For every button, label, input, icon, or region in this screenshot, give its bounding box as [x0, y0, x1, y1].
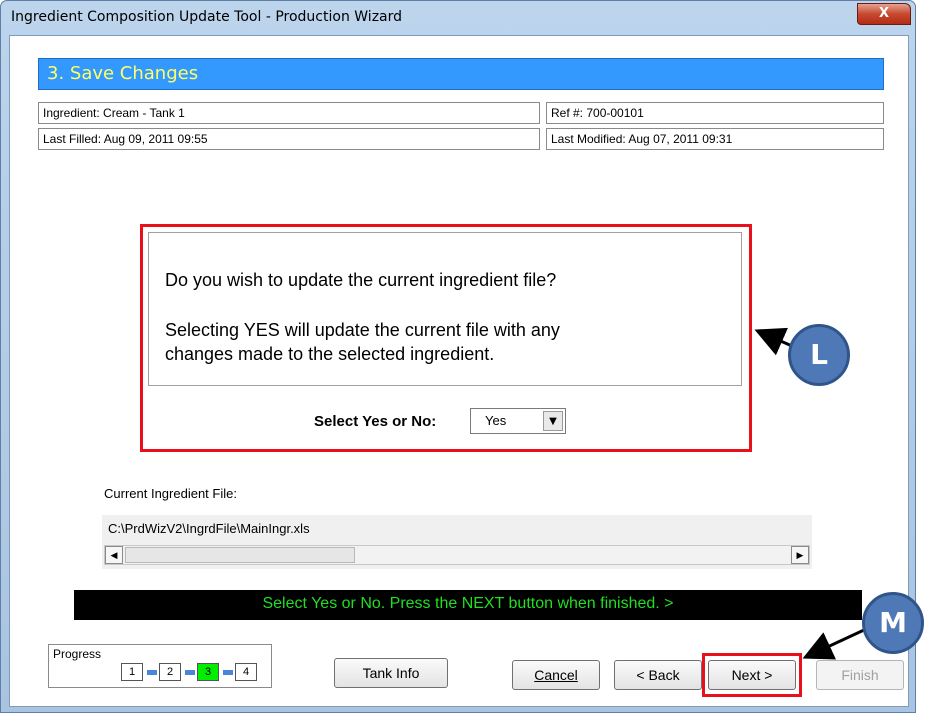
callout-l-arrow	[754, 327, 793, 356]
callout-m-arrow	[802, 628, 865, 660]
callout-m: M	[862, 592, 924, 654]
callout-l: L	[788, 324, 850, 386]
